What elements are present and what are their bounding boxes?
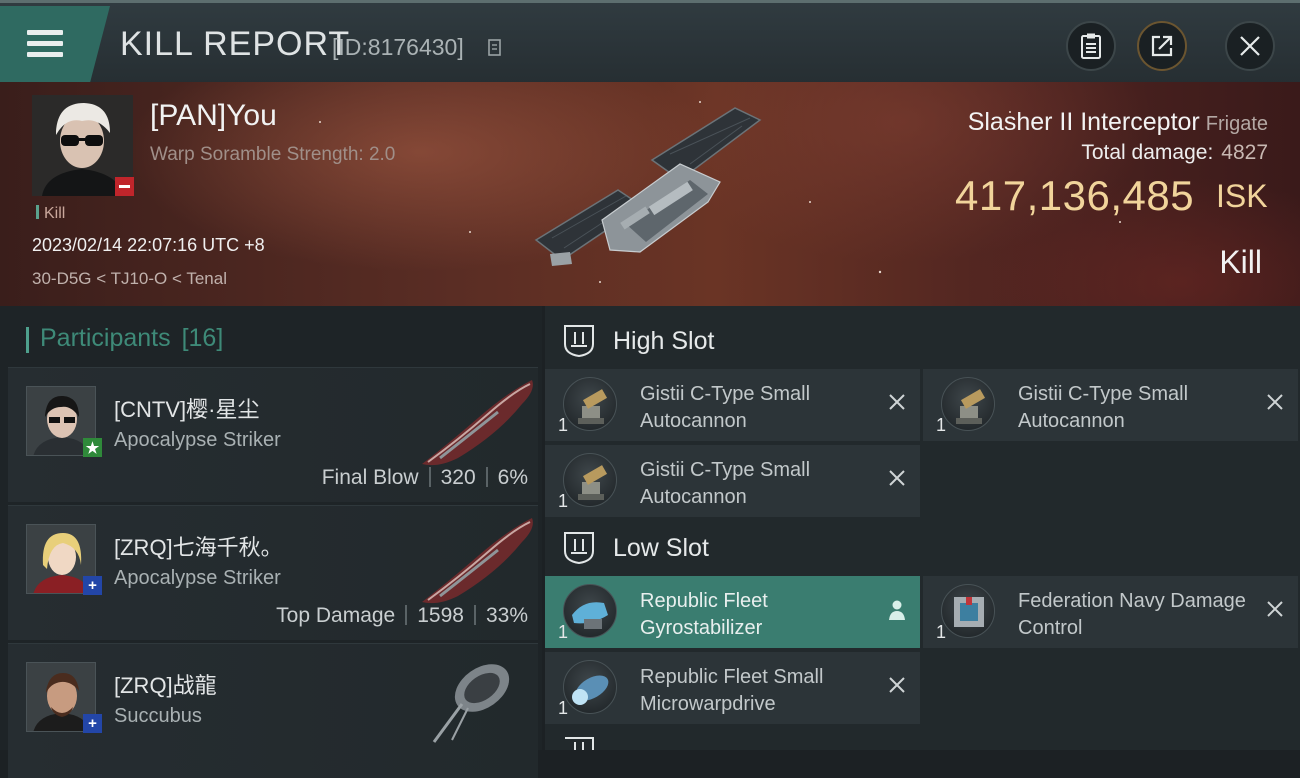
module-item[interactable]: 1 Federation Navy Damage Control [923,576,1298,648]
close-button[interactable] [1225,21,1275,71]
module-item[interactable]: 1 Republic Fleet Small Microwarpdrive [545,652,920,724]
kill-location[interactable]: 30-D5G < TJ10-O < Tenal [32,269,227,289]
module-name: Republic Fleet Small Microwarpdrive [640,666,824,715]
module-name: Gistii C-Type Small Autocannon [640,383,811,432]
participant-damage: 1598 [417,604,464,627]
close-icon [1240,36,1260,56]
participant-ship: Apocalypse Striker [114,429,281,451]
total-damage-value: 4827 [1221,141,1268,164]
participant-damage: 320 [440,466,476,489]
participant-percent: 6% [497,466,528,489]
menu-button[interactable] [0,6,110,82]
destroyed-icon [1267,601,1283,617]
destroyed-icon [889,677,905,693]
participant-role: Final Blow [321,466,419,489]
participants-label: Participants [40,324,171,352]
victim-banner: [PAN]You Warp Soramble Strength: 2.0 Kil… [0,82,1300,306]
menu-icon-bar [27,41,63,46]
participant-name: [CNTV]樱·星尘 [114,397,260,422]
module-quantity: 1 [936,415,947,435]
menu-icon [27,30,63,35]
participant-percent: 33% [485,604,528,627]
report-id: [ID:8176430] [332,34,464,60]
low-slot-header: Low Slot [545,519,1300,577]
participant-ship-image [432,664,510,743]
participant-stats: Top Damage 1598 33% [276,604,528,628]
star-icon: ★ [83,438,102,457]
module-item[interactable]: 1 Gistii C-Type Small Autocannon [923,369,1298,441]
kill-datetime: 2023/02/14 22:07:16 UTC +8 [32,235,265,255]
clipboard-button[interactable] [1066,21,1116,71]
victim-ship-image[interactable] [530,102,780,282]
ship-class: Frigate [1205,113,1268,135]
share-icon [1151,35,1173,57]
participant-stats: Final Blow 320 6% [322,466,528,490]
isk-value: 417,136,485 [955,172,1195,219]
participants-count: [16] [181,324,224,352]
destroyed-icon [889,470,905,486]
participant-name: [ZRQ]七海千秋。 [114,535,283,560]
damage-control-icon [941,584,995,638]
plus-icon: + [83,576,102,595]
module-name: Federation Navy Damage Control [1018,590,1246,639]
low-slot-title: Low Slot [613,533,709,562]
module-quantity: 1 [558,622,569,642]
participant-ship: Apocalypse Striker [114,567,281,589]
module-quantity: 1 [558,415,569,435]
title-bar: KILL REPORT [ID:8176430] [0,0,1300,85]
gyrostabilizer-icon [563,584,617,638]
plus-icon: + [83,714,102,733]
page-title: KILL REPORT [120,25,351,63]
participant-ship-image [422,380,533,466]
module-item[interactable]: 1 Republic Fleet Gyrostabilizer [545,576,920,648]
copy-icon[interactable] [488,39,502,57]
module-item[interactable]: 1 Gistii C-Type Small Autocannon [545,369,920,441]
menu-icon-bar [27,52,63,57]
high-slot-title: High Slot [613,326,715,355]
share-button[interactable] [1137,21,1187,71]
fitting-panel: High Slot 1 Gistii C-Type Small Autocann… [545,306,1300,750]
clipboard-icon [1081,33,1101,59]
result-label: Kill [1219,244,1262,280]
autocannon-icon [941,377,995,431]
participants-header: Participants [16] [25,324,224,353]
destroyed-icon [1267,394,1283,410]
module-quantity: 1 [558,491,569,511]
module-quantity: 1 [558,698,569,718]
module-quantity: 1 [936,622,947,642]
participant-role: Top Damage [276,604,396,627]
participant-name: [ZRQ]战龍 [114,673,217,698]
victim-name[interactable]: [PAN]You [150,99,277,133]
participants-panel: Participants [16] ★ [CNTV]樱·星尘 Apocalyps… [0,306,542,778]
low-slot-icon [564,532,594,565]
result-tag: Kill [36,205,65,223]
warp-scramble-strength: Warp Soramble Strength: 2.0 [150,144,396,165]
victim-ship-name[interactable]: Slasher II Interceptor Frigate [968,108,1268,137]
microwarpdrive-icon [563,660,617,714]
autocannon-icon [563,377,617,431]
high-slot-header: High Slot [545,312,1300,370]
participant-row[interactable]: + [ZRQ]战龍 Succubus [8,643,538,778]
next-slot-icon [565,737,594,750]
module-name: Republic Fleet Gyrostabilizer [640,590,768,639]
isk-unit: ISK [1216,178,1268,214]
module-name: Gistii C-Type Small Autocannon [640,459,811,508]
participant-ship: Succubus [114,705,202,727]
participant-ship-image [422,518,533,604]
module-name: Gistii C-Type Small Autocannon [1018,383,1189,432]
participant-row[interactable]: ★ [CNTV]樱·星尘 Apocalypse Striker Final Bl… [8,367,538,502]
participant-row[interactable]: + [ZRQ]七海千秋。 Apocalypse Striker Top Dama… [8,505,538,640]
autocannon-icon [563,453,617,507]
total-damage: Total damage: 4827 [1081,141,1268,165]
module-item[interactable]: 1 Gistii C-Type Small Autocannon [545,445,920,517]
high-slot-icon [564,325,594,358]
person-icon [889,600,905,620]
destroyed-icon [889,394,905,410]
total-damage-label: Total damage: [1081,141,1214,164]
hostile-badge [115,177,134,196]
ship-name-text: Slasher II Interceptor [967,108,1200,136]
